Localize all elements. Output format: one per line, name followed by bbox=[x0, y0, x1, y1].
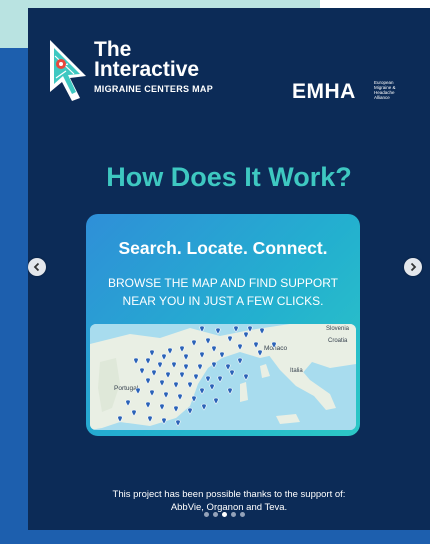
card-description: BROWSE THE MAP AND FIND SUPPORT NEAR YOU… bbox=[107, 276, 339, 308]
carousel-dot[interactable] bbox=[231, 512, 236, 517]
slide-headline: How Does It Work? bbox=[106, 162, 352, 192]
map-label-monaco: Monaco bbox=[264, 345, 288, 352]
carousel-slide: The Interactive MIGRAINE CENTERS MAP EMH… bbox=[28, 8, 430, 530]
logo-title: The Interactive bbox=[94, 38, 200, 81]
prev-slide-button[interactable] bbox=[28, 258, 46, 276]
emha-logo: EMHA bbox=[292, 80, 356, 103]
carousel-dot[interactable] bbox=[204, 512, 209, 517]
carousel-dot[interactable] bbox=[222, 512, 227, 517]
map-preview: Slovenia Croatia Italia Monaco Portugal bbox=[90, 324, 356, 430]
map-label-portugal: Portugal bbox=[114, 385, 139, 392]
carousel-dot[interactable] bbox=[213, 512, 218, 517]
map-label-croatia: Croatia bbox=[328, 338, 348, 344]
emha-tagline: European Migraine & Headache Alliance bbox=[374, 80, 396, 100]
carousel-dots bbox=[204, 512, 245, 517]
next-slide-button[interactable] bbox=[404, 258, 422, 276]
card-title: Search. Locate. Connect. bbox=[118, 238, 328, 258]
background-blue-base bbox=[30, 530, 430, 544]
info-card: Search. Locate. Connect. BROWSE THE MAP … bbox=[86, 214, 360, 436]
sponsor-footer: This project has been possible thanks to… bbox=[112, 489, 346, 513]
carousel-dot[interactable] bbox=[240, 512, 245, 517]
map-label-italia: Italia bbox=[290, 368, 303, 374]
map-label-slovenia: Slovenia bbox=[326, 326, 350, 332]
logo-subtitle: MIGRAINE CENTERS MAP bbox=[94, 84, 214, 94]
chevron-right-icon bbox=[410, 262, 417, 272]
background-blue-strip bbox=[0, 48, 30, 544]
chevron-left-icon bbox=[33, 262, 40, 272]
map-cursor-icon bbox=[46, 38, 90, 107]
